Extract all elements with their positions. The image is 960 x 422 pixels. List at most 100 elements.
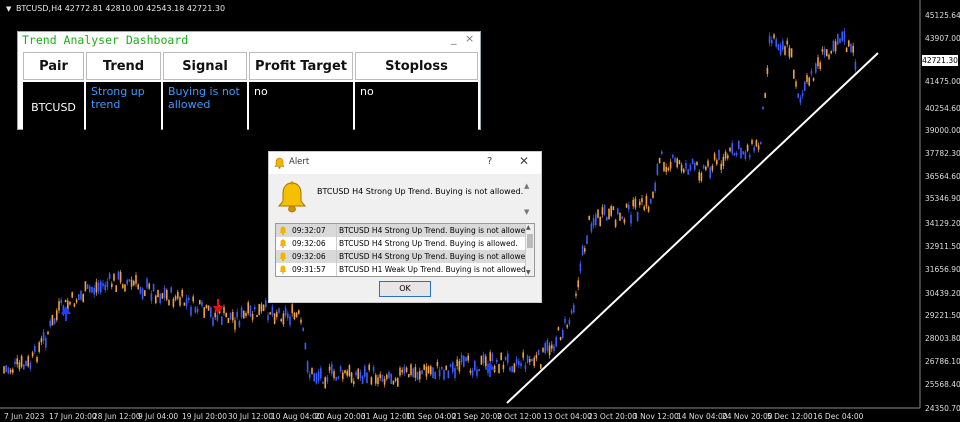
candle-body xyxy=(157,290,159,298)
candle-body xyxy=(656,164,659,175)
candle-body xyxy=(533,357,535,367)
candle-body xyxy=(445,365,447,370)
candle-body xyxy=(12,369,14,373)
candle-body xyxy=(348,365,351,376)
candle-body xyxy=(342,372,344,380)
candle-body xyxy=(333,371,335,378)
candle-body xyxy=(27,356,29,367)
candle-body xyxy=(639,201,641,206)
candle-body xyxy=(210,307,212,317)
candle-body xyxy=(485,356,487,367)
candle-body xyxy=(438,370,441,377)
candle-body xyxy=(537,349,540,355)
candle-body xyxy=(359,372,362,379)
candle-body xyxy=(289,316,291,326)
candle-body xyxy=(744,151,747,160)
candle-body xyxy=(768,35,771,43)
candle-body xyxy=(23,364,25,370)
candle-body xyxy=(212,317,214,326)
candle-body xyxy=(344,370,346,374)
list-item[interactable]: 09:32:06 BTCUSD H4 Strong Up Trend. Buyi… xyxy=(276,237,526,250)
price-axis-label: 37782.30 xyxy=(925,149,960,158)
candle-body xyxy=(135,275,137,284)
candle-body xyxy=(601,207,604,215)
candle-body xyxy=(830,51,832,54)
list-scrollbar[interactable]: ▲ ▼ xyxy=(525,224,534,276)
ok-button[interactable]: OK xyxy=(379,281,431,297)
candle-body xyxy=(478,368,480,372)
candle-body xyxy=(29,363,32,369)
candle-body xyxy=(694,163,696,170)
price-axis-label: 36564.60 xyxy=(925,172,960,181)
candle-body xyxy=(504,356,507,361)
dropdown-triangle-icon[interactable]: ▼ xyxy=(6,5,11,13)
candle-body xyxy=(597,209,599,218)
candle-body xyxy=(586,235,588,245)
candle-body xyxy=(531,359,533,362)
candle-body xyxy=(56,310,58,321)
price-axis-label: 25568.40 xyxy=(925,380,960,389)
candle-body xyxy=(722,156,725,166)
candle-body xyxy=(282,313,285,325)
scrollbar-thumb[interactable] xyxy=(527,234,533,248)
list-item[interactable]: 09:32:06 BTCUSD H4 Strong Up Trend. Buyi… xyxy=(276,250,532,263)
candle-body xyxy=(392,380,395,385)
dashboard-table: Pair Trend Signal Profit Target Stoploss… xyxy=(21,50,480,134)
candle-body xyxy=(122,284,124,289)
candle-body xyxy=(3,366,5,374)
candle-body xyxy=(269,312,271,315)
scroll-up-icon[interactable]: ▲ xyxy=(524,182,529,190)
candle-body xyxy=(293,313,296,319)
scroll-up-icon[interactable]: ▲ xyxy=(526,224,531,231)
candle-body xyxy=(69,302,71,305)
candle-body xyxy=(848,40,850,47)
candle-body xyxy=(49,320,51,327)
scroll-down-icon[interactable]: ▼ xyxy=(524,208,529,216)
trend-dashboard-panel: Trend Analyser Dashboard _ × Pair Trend … xyxy=(17,31,481,132)
candle-body xyxy=(141,288,144,299)
candle-body xyxy=(738,140,740,150)
candle-body xyxy=(542,348,544,352)
minimize-button[interactable]: _ xyxy=(451,32,457,45)
candle-body xyxy=(645,196,648,207)
candle-body xyxy=(641,198,643,203)
trendline[interactable] xyxy=(506,52,879,404)
candle-body xyxy=(524,365,527,370)
candle-body xyxy=(115,285,117,292)
candle-body xyxy=(469,370,472,373)
close-button[interactable]: ✕ xyxy=(519,154,529,168)
candle-body xyxy=(564,318,566,323)
candle-body xyxy=(581,245,584,255)
candle-body xyxy=(612,206,615,211)
time-axis-label: 5 Dec 12:00 xyxy=(767,412,813,421)
close-button[interactable]: × xyxy=(465,32,474,45)
time-axis-label: 28 Jun 12:00 xyxy=(93,412,141,421)
alert-history-list[interactable]: 09:32:07 BTCUSD H4 Strong Up Trend. Buyi… xyxy=(275,223,535,277)
candle-body xyxy=(465,357,467,362)
help-button[interactable]: ? xyxy=(487,156,492,167)
candle-body xyxy=(557,327,560,331)
candle-body xyxy=(828,54,830,59)
candle-body xyxy=(60,299,62,304)
list-item[interactable]: 09:31:57 BTCUSD H1 Weak Up Trend. Buying… xyxy=(276,263,528,276)
candle-body xyxy=(720,163,722,170)
header-profit-target: Profit Target xyxy=(249,52,353,80)
candle-body xyxy=(51,314,54,326)
candle-body xyxy=(432,367,434,378)
candle-body xyxy=(427,366,430,374)
candle-body xyxy=(608,208,610,220)
candle-body xyxy=(139,287,142,294)
scroll-down-icon[interactable]: ▼ xyxy=(526,269,531,276)
candle-body xyxy=(159,294,161,303)
candle-body xyxy=(190,306,192,316)
candle-body xyxy=(36,356,38,362)
candle-body xyxy=(590,223,593,232)
candle-body xyxy=(575,293,577,296)
candle-body xyxy=(729,147,731,152)
alert-titlebar[interactable]: Alert ? ✕ xyxy=(269,152,541,174)
candle-body xyxy=(7,367,10,374)
list-item[interactable]: 09:32:07 BTCUSD H4 Strong Up Trend. Buyi… xyxy=(276,224,532,237)
bell-icon xyxy=(274,157,285,169)
candle-body xyxy=(808,77,810,86)
candle-body xyxy=(707,160,709,167)
